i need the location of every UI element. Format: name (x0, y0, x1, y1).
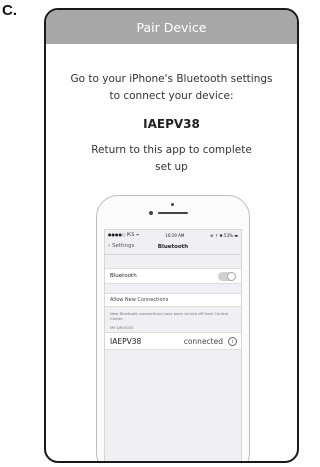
device-id-label: IAEPV38 (143, 117, 200, 131)
status-indicators: ⊕ ↑ ✱ 53% ▬ (210, 232, 238, 238)
instruction-text: Go to your iPhone's Bluetooth settings t… (46, 71, 297, 105)
figure-root: C. Pair Device Go to your iPhone's Bluet… (0, 0, 312, 467)
app-header: Pair Device (46, 10, 297, 44)
device-status: connected (183, 336, 223, 346)
info-icon[interactable]: i (228, 336, 237, 346)
back-label: Settings (111, 243, 135, 249)
instruction-line-1: Go to your iPhone's Bluetooth settings (70, 73, 273, 85)
page-title: Pair Device (136, 19, 207, 35)
phone-camera (171, 203, 174, 206)
phone-screen: ●●●●○ PCS ᯤ 10:19 AM ⊕ ↑ ✱ 53% ▬ ‹ Setti… (104, 229, 242, 461)
my-devices-header: MY DEVICES (110, 325, 134, 330)
phone-sensor (149, 211, 153, 215)
chevron-left-icon: ‹ (108, 243, 111, 249)
carrier-signal: ●●●●○ PCS ᯤ (108, 232, 140, 237)
phone-speaker (158, 212, 188, 214)
status-time: 10:19 AM (165, 232, 185, 238)
connections-note: New Bluetooth connections have been turn… (110, 311, 229, 321)
allow-connections-row[interactable]: Allow New Connections (105, 293, 241, 307)
return-instruction: Return to this app to complete set up (46, 142, 297, 176)
return-line-2: set up (155, 161, 188, 173)
toggle-knob (227, 271, 236, 281)
phone-illustration: ●●●●○ PCS ᯤ 10:19 AM ⊕ ↑ ✱ 53% ▬ ‹ Setti… (96, 195, 250, 461)
device-name: IAEPV38 (110, 336, 142, 346)
status-bar: ●●●●○ PCS ᯤ 10:19 AM ⊕ ↑ ✱ 53% ▬ (105, 230, 241, 240)
device-row[interactable]: IAEPV38 connected i (105, 332, 241, 350)
nav-bar: ‹ Settings Bluetooth (105, 240, 241, 255)
figure-label: C. (2, 2, 17, 19)
return-line-1: Return to this app to complete (91, 144, 252, 156)
instruction-line-2: to connect your device: (109, 90, 234, 102)
allow-connections-label: Allow New Connections (110, 297, 169, 303)
app-screen: Pair Device Go to your iPhone's Bluetoot… (44, 8, 299, 463)
bluetooth-toggle[interactable] (218, 271, 236, 281)
back-button[interactable]: ‹ Settings (108, 243, 135, 249)
bluetooth-row: Bluetooth (105, 268, 241, 284)
bluetooth-label: Bluetooth (110, 273, 137, 279)
